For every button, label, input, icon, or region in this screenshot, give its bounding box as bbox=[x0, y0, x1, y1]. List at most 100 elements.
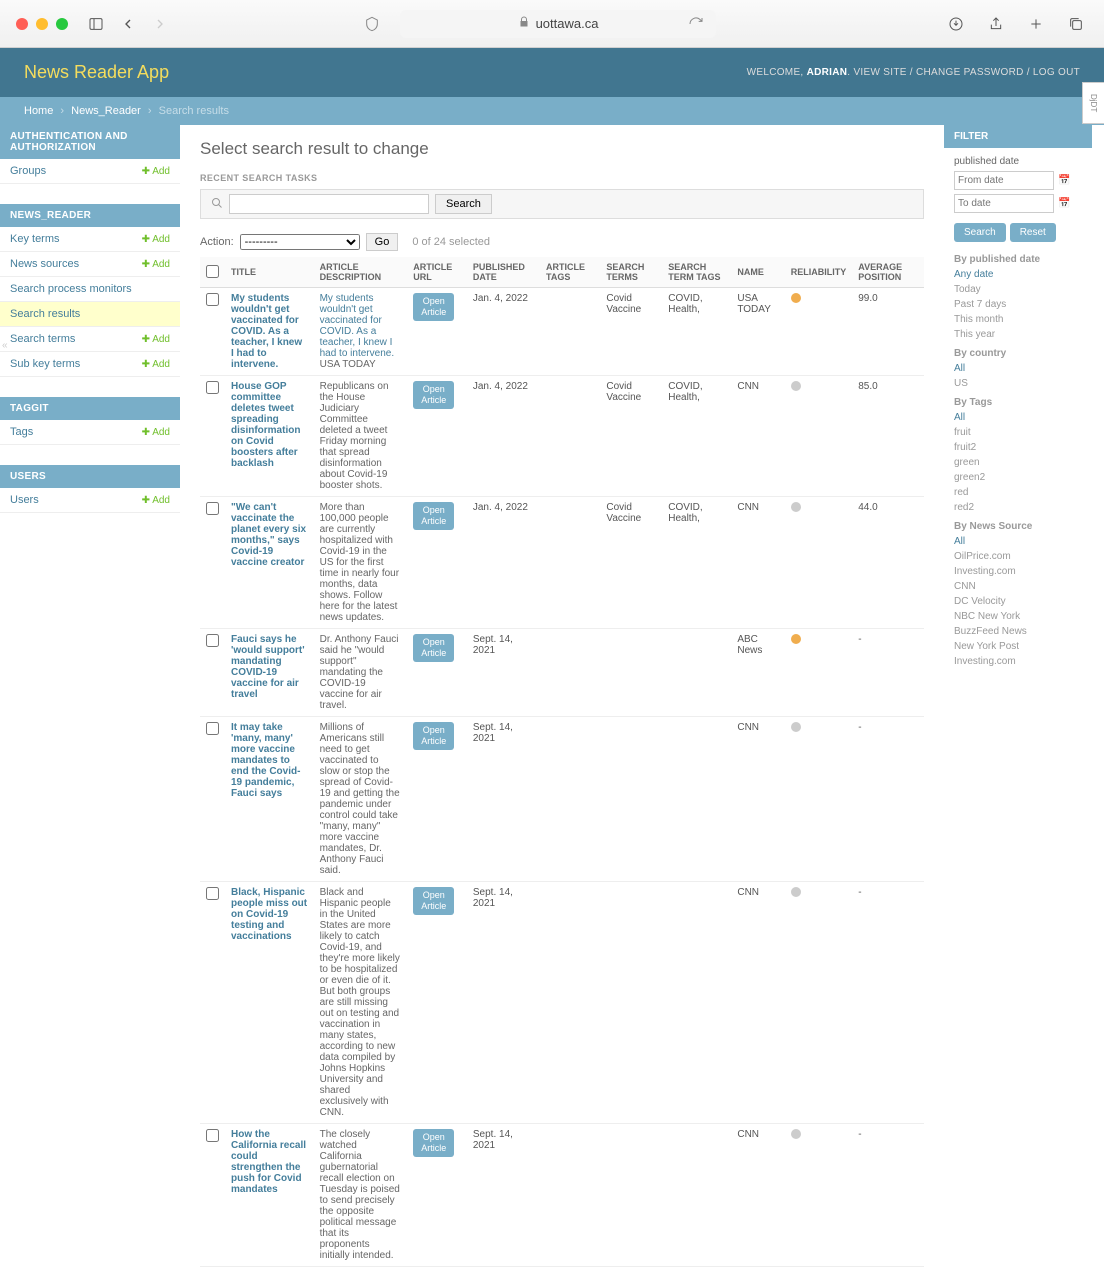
djdt-toggle[interactable]: DjDT bbox=[1082, 82, 1104, 124]
filter-reset-button[interactable]: Reset bbox=[1010, 223, 1056, 242]
breadcrumb-home[interactable]: Home bbox=[24, 105, 53, 117]
calendar-icon[interactable]: 📅 bbox=[1058, 198, 1070, 209]
result-title-link[interactable]: Black, Hispanic people miss out on Covid… bbox=[231, 887, 308, 942]
add-link[interactable]: ✚ Add bbox=[142, 334, 170, 345]
col-sterms[interactable]: SEARCH TERMS bbox=[600, 257, 662, 288]
select-all-checkbox[interactable] bbox=[206, 265, 219, 278]
reload-icon[interactable] bbox=[684, 12, 708, 36]
add-link[interactable]: ✚ Add bbox=[142, 234, 170, 245]
col-name[interactable]: NAME bbox=[731, 257, 784, 288]
share-icon[interactable] bbox=[984, 12, 1008, 36]
result-title-link[interactable]: How the California recall could strength… bbox=[231, 1129, 308, 1195]
add-link[interactable]: ✚ Add bbox=[142, 166, 170, 177]
col-pos[interactable]: AVERAGE POSITION bbox=[852, 257, 924, 288]
go-button[interactable]: Go bbox=[366, 233, 399, 251]
sidebar-link[interactable]: Sub key terms bbox=[10, 358, 80, 370]
view-site-link[interactable]: VIEW SITE bbox=[853, 67, 906, 78]
col-rel[interactable]: RELIABILITY bbox=[785, 257, 853, 288]
open-article-button[interactable]: OpenArticle bbox=[413, 887, 454, 915]
sidebar-link[interactable]: Search results bbox=[10, 308, 80, 320]
sidebar-link[interactable]: Key terms bbox=[10, 233, 60, 245]
add-link[interactable]: ✚ Add bbox=[142, 495, 170, 506]
row-checkbox[interactable] bbox=[206, 887, 219, 900]
filter-link[interactable]: OilPrice.com bbox=[944, 549, 1092, 564]
row-checkbox[interactable] bbox=[206, 722, 219, 735]
result-title-link[interactable]: House GOP committee deletes tweet spread… bbox=[231, 381, 308, 469]
open-article-button[interactable]: OpenArticle bbox=[413, 381, 454, 409]
tabs-icon[interactable] bbox=[1064, 12, 1088, 36]
filter-link[interactable]: green bbox=[944, 455, 1092, 470]
filter-link[interactable]: Past 7 days bbox=[944, 297, 1092, 312]
result-title-link[interactable]: It may take 'many, many' more vaccine ma… bbox=[231, 722, 308, 799]
row-checkbox[interactable] bbox=[206, 1129, 219, 1142]
filter-link[interactable]: Investing.com bbox=[944, 564, 1092, 579]
close-window[interactable] bbox=[16, 18, 28, 30]
shield-icon[interactable] bbox=[360, 12, 384, 36]
col-tags[interactable]: ARTICLE TAGS bbox=[540, 257, 600, 288]
new-tab-icon[interactable] bbox=[1024, 12, 1048, 36]
breadcrumb-section[interactable]: News_Reader bbox=[71, 105, 141, 117]
sidebar-link[interactable]: Search terms bbox=[10, 333, 75, 345]
open-article-button[interactable]: OpenArticle bbox=[413, 634, 454, 662]
filter-link[interactable]: DC Velocity bbox=[944, 594, 1092, 609]
maximize-window[interactable] bbox=[56, 18, 68, 30]
row-checkbox[interactable] bbox=[206, 293, 219, 306]
col-stags[interactable]: SEARCH TERM TAGS bbox=[662, 257, 731, 288]
change-password-link[interactable]: CHANGE PASSWORD bbox=[916, 67, 1024, 78]
col-pubdate[interactable]: PUBLISHED DATE bbox=[467, 257, 540, 288]
add-link[interactable]: ✚ Add bbox=[142, 259, 170, 270]
result-title-link[interactable]: Fauci says he 'would support' mandating … bbox=[231, 634, 308, 700]
filter-link[interactable]: Today bbox=[944, 282, 1092, 297]
sidebar-link[interactable]: Users bbox=[10, 494, 39, 506]
result-title-link[interactable]: My students wouldn't get vaccinated for … bbox=[231, 293, 308, 370]
row-checkbox[interactable] bbox=[206, 381, 219, 394]
open-article-button[interactable]: OpenArticle bbox=[413, 293, 454, 321]
collapse-sidebar-icon[interactable]: « bbox=[2, 340, 8, 351]
filter-link[interactable]: green2 bbox=[944, 470, 1092, 485]
filter-link[interactable]: Any date bbox=[944, 267, 1092, 282]
sidebar-link[interactable]: Tags bbox=[10, 426, 33, 438]
filter-link[interactable]: US bbox=[944, 376, 1092, 391]
sidebar-toggle-icon[interactable] bbox=[84, 12, 108, 36]
downloads-icon[interactable] bbox=[944, 12, 968, 36]
url-bar[interactable]: uottawa.ca bbox=[400, 10, 716, 38]
filter-link[interactable]: This month bbox=[944, 312, 1092, 327]
back-button[interactable] bbox=[116, 12, 140, 36]
action-select[interactable]: --------- bbox=[240, 234, 360, 250]
filter-link[interactable]: CNN bbox=[944, 579, 1092, 594]
filter-link[interactable]: red2 bbox=[944, 500, 1092, 515]
open-article-button[interactable]: OpenArticle bbox=[413, 1129, 454, 1157]
col-desc[interactable]: ARTICLE DESCRIPTION bbox=[314, 257, 408, 288]
filter-link[interactable]: All bbox=[944, 361, 1092, 376]
filter-link[interactable]: All bbox=[944, 410, 1092, 425]
forward-button[interactable] bbox=[148, 12, 172, 36]
result-title-link[interactable]: "We can't vaccinate the planet every six… bbox=[231, 502, 308, 568]
row-checkbox[interactable] bbox=[206, 502, 219, 515]
add-link[interactable]: ✚ Add bbox=[142, 359, 170, 370]
open-article-button[interactable]: OpenArticle bbox=[413, 722, 454, 750]
calendar-icon[interactable]: 📅 bbox=[1058, 175, 1070, 186]
filter-link[interactable]: fruit2 bbox=[944, 440, 1092, 455]
filter-link[interactable]: BuzzFeed News bbox=[944, 624, 1092, 639]
col-title[interactable]: TITLE bbox=[225, 257, 314, 288]
row-checkbox[interactable] bbox=[206, 634, 219, 647]
open-article-button[interactable]: OpenArticle bbox=[413, 502, 454, 530]
filter-link[interactable]: NBC New York bbox=[944, 609, 1092, 624]
filter-link[interactable]: All bbox=[944, 534, 1092, 549]
logout-link[interactable]: LOG OUT bbox=[1033, 67, 1080, 78]
filter-link[interactable]: New York Post bbox=[944, 639, 1092, 654]
sidebar-link[interactable]: News sources bbox=[10, 258, 79, 270]
search-input[interactable] bbox=[229, 194, 429, 214]
sidebar-link[interactable]: Search process monitors bbox=[10, 283, 132, 295]
filter-link[interactable]: red bbox=[944, 485, 1092, 500]
from-date-input[interactable] bbox=[954, 171, 1054, 190]
add-link[interactable]: ✚ Add bbox=[142, 427, 170, 438]
sidebar-link[interactable]: Groups bbox=[10, 165, 46, 177]
minimize-window[interactable] bbox=[36, 18, 48, 30]
filter-link[interactable]: Investing.com bbox=[944, 654, 1092, 669]
filter-link[interactable]: This year bbox=[944, 327, 1092, 342]
filter-search-button[interactable]: Search bbox=[954, 223, 1006, 242]
to-date-input[interactable] bbox=[954, 194, 1054, 213]
filter-link[interactable]: fruit bbox=[944, 425, 1092, 440]
search-button[interactable]: Search bbox=[435, 194, 492, 214]
